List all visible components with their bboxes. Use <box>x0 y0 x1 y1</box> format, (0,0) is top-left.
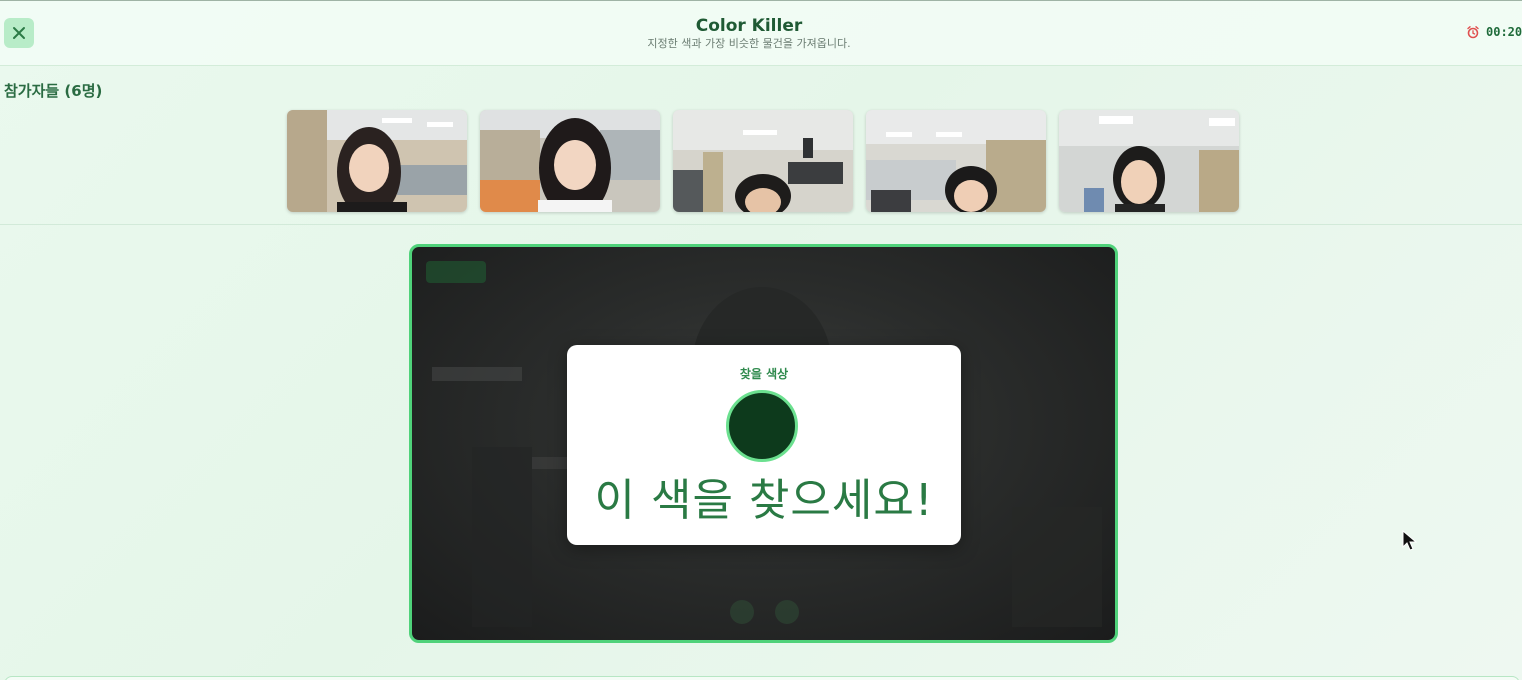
main-camera-view: 찾을 색상 이 색을 찾으세요! <box>409 244 1118 643</box>
page-subtitle: 지정한 색과 가장 비슷한 물건을 가져옵니다. <box>647 37 851 50</box>
section-divider <box>0 224 1522 225</box>
app-page: Color Killer 지정한 색과 가장 비슷한 물건을 가져옵니다. 00… <box>0 0 1522 680</box>
timer: 00:20 <box>1466 25 1522 39</box>
alarm-clock-icon <box>1467 26 1479 39</box>
participants-row <box>287 110 1239 212</box>
stage-status-badge <box>426 261 486 283</box>
bottom-panel <box>4 676 1520 680</box>
target-color-card: 찾을 색상 이 색을 찾으세요! <box>567 345 961 545</box>
participant-video-2[interactable] <box>480 110 660 212</box>
title-block: Color Killer 지정한 색과 가장 비슷한 물건을 가져옵니다. <box>549 15 949 51</box>
target-color-label: 찾을 색상 <box>739 367 789 381</box>
participant-video-3[interactable] <box>673 110 853 212</box>
target-instruction: 이 색을 찾으세요! <box>594 475 934 526</box>
participants-title: 참가자들 (6명) <box>4 82 103 100</box>
header: Color Killer 지정한 색과 가장 비슷한 물건을 가져옵니다. 00… <box>0 1 1522 66</box>
participant-video-1[interactable] <box>287 110 467 212</box>
mouse-cursor-icon <box>1402 529 1418 556</box>
timer-text: 00:20 <box>1486 25 1522 39</box>
participant-video-5[interactable] <box>1059 110 1239 212</box>
page-title: Color Killer <box>695 16 803 36</box>
close-icon <box>13 27 25 39</box>
close-button[interactable] <box>4 18 34 48</box>
participant-video-4[interactable] <box>866 110 1046 212</box>
target-color-swatch <box>726 390 798 462</box>
